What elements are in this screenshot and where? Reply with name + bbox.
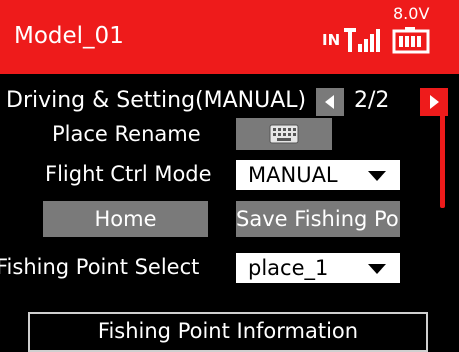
voltage-readout: 8.0V [393, 4, 430, 23]
flight-mode-value: MANUAL [248, 163, 338, 187]
fishing-point-label: Fishing Point Select [0, 255, 200, 279]
home-button[interactable]: Home [43, 201, 208, 237]
save-fishing-point-button[interactable]: Save Fishing Poi [236, 201, 400, 237]
signal-bars-icon [344, 28, 380, 52]
fishing-point-info-button[interactable]: Fishing Point Information [28, 312, 428, 352]
model-title: Model_01 [14, 23, 124, 49]
page-title: Driving & Setting(MANUAL) [6, 88, 307, 113]
chevron-down-icon [368, 171, 386, 181]
flight-mode-select[interactable]: MANUAL [236, 160, 400, 190]
fishing-point-info-title: Fishing Point Information [97, 319, 359, 343]
place-rename-label: Place Rename [52, 122, 201, 146]
battery-icon [392, 27, 430, 54]
page-counter: 2/2 [354, 88, 390, 113]
flight-mode-label: Flight Ctrl Mode [45, 162, 212, 186]
save-fishing-point-label: Save Fishing Poi [236, 207, 400, 231]
arrow-left-icon [325, 95, 334, 109]
place-rename-button[interactable] [236, 118, 332, 150]
prev-page-button[interactable] [316, 88, 344, 116]
keyboard-icon [269, 124, 299, 144]
input-indicator: IN [322, 31, 341, 49]
fishing-point-select[interactable]: place_1 [236, 253, 400, 283]
scrollbar[interactable] [440, 112, 445, 208]
chevron-down-icon [368, 264, 386, 274]
fishing-point-value: place_1 [248, 256, 329, 280]
